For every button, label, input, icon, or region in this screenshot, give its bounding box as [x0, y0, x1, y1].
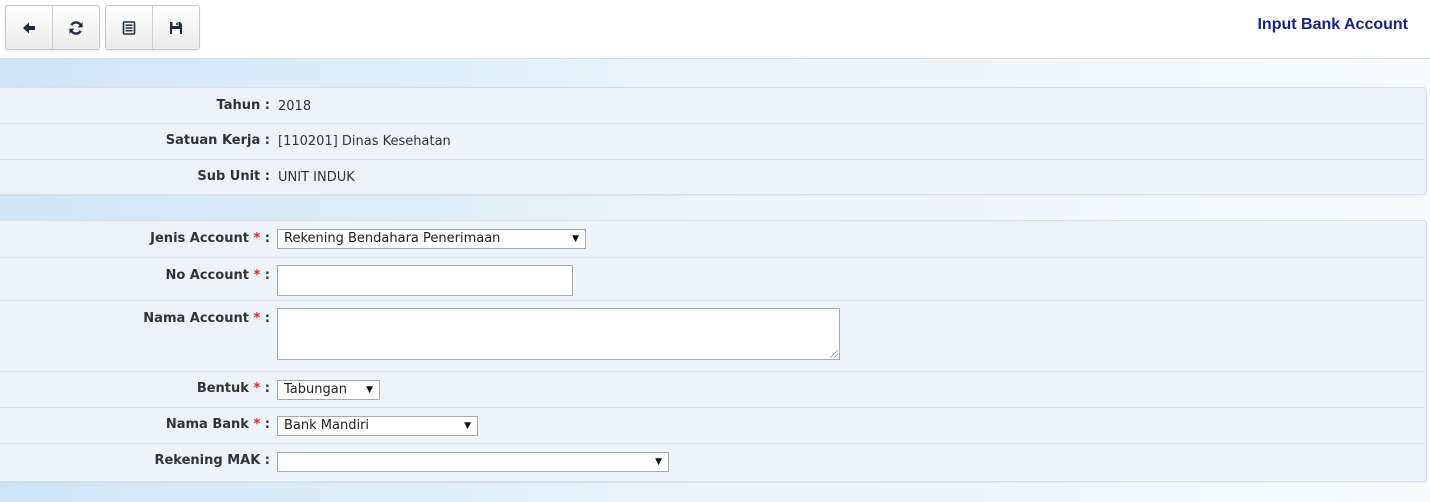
info-row-tahun: Tahun : 2018: [0, 88, 1426, 124]
info-row-satuan-kerja: Satuan Kerja : [110201] Dinas Kesehatan: [0, 123, 1426, 160]
page-title: Input Bank Account: [1257, 16, 1408, 33]
bentuk-select[interactable]: Tabungan ▼: [277, 380, 380, 400]
no-account-label: No Account * :: [165, 268, 270, 283]
bentuk-selected: Tabungan: [284, 382, 347, 397]
nama-bank-select[interactable]: Bank Mandiri ▼: [277, 416, 478, 436]
nama-bank-selected: Bank Mandiri: [284, 418, 370, 433]
action-button-group: [105, 5, 200, 50]
chevron-down-icon: ▼: [655, 457, 662, 467]
sub-unit-label: Sub Unit :: [197, 169, 270, 184]
section-divider: [0, 480, 1430, 502]
refresh-button[interactable]: [53, 6, 99, 49]
save-button[interactable]: [153, 6, 199, 49]
satuan-kerja-value: [110201] Dinas Kesehatan: [278, 134, 451, 149]
satuan-kerja-label: Satuan Kerja :: [165, 133, 270, 148]
form-row-no-account: No Account * :: [0, 257, 1426, 301]
section-divider: [0, 59, 1430, 87]
toolbar: Input Bank Account: [0, 0, 1430, 59]
jenis-account-select[interactable]: Rekening Bendahara Penerimaan ▼: [277, 229, 586, 249]
jenis-account-selected: Rekening Bendahara Penerimaan: [284, 231, 501, 246]
tahun-label: Tahun :: [216, 98, 270, 113]
form-panel: Jenis Account * : Rekening Bendahara Pen…: [0, 220, 1427, 482]
chevron-down-icon: ▼: [464, 421, 471, 431]
form-row-jenis-account: Jenis Account * : Rekening Bendahara Pen…: [0, 221, 1426, 258]
no-account-input[interactable]: [277, 265, 573, 296]
nama-account-textarea[interactable]: [277, 308, 840, 360]
nama-bank-label: Nama Bank * :: [165, 417, 270, 432]
rekening-mak-select[interactable]: ▼: [277, 452, 669, 472]
info-row-sub-unit: Sub Unit : UNIT INDUK: [0, 159, 1426, 194]
jenis-account-label: Jenis Account * :: [150, 231, 270, 246]
resize-handle[interactable]: [830, 350, 838, 358]
form-row-nama-account: Nama Account * :: [0, 300, 1426, 372]
arrow-left-icon: [23, 22, 35, 33]
form-row-nama-bank: Nama Bank * : Bank Mandiri ▼: [0, 407, 1426, 444]
save-icon: [170, 21, 182, 34]
rekening-mak-label: Rekening MAK :: [154, 453, 270, 468]
form-row-rekening-mak: Rekening MAK : ▼: [0, 443, 1426, 481]
form-row-bentuk: Bentuk * : Tabungan ▼: [0, 371, 1426, 408]
bentuk-label: Bentuk * :: [196, 381, 270, 396]
nav-button-group: [5, 5, 100, 50]
sub-unit-value: UNIT INDUK: [278, 170, 355, 185]
chevron-down-icon: ▼: [572, 234, 579, 244]
section-divider: [0, 193, 1430, 220]
list-button[interactable]: [106, 6, 153, 49]
info-panel: Tahun : 2018 Satuan Kerja : [110201] Din…: [0, 87, 1427, 195]
tahun-value: 2018: [278, 99, 312, 114]
chevron-down-icon: ▼: [366, 385, 373, 395]
refresh-icon: [69, 20, 83, 35]
nama-account-label: Nama Account * :: [143, 311, 270, 326]
back-button[interactable]: [6, 6, 53, 49]
list-icon: [122, 20, 136, 35]
